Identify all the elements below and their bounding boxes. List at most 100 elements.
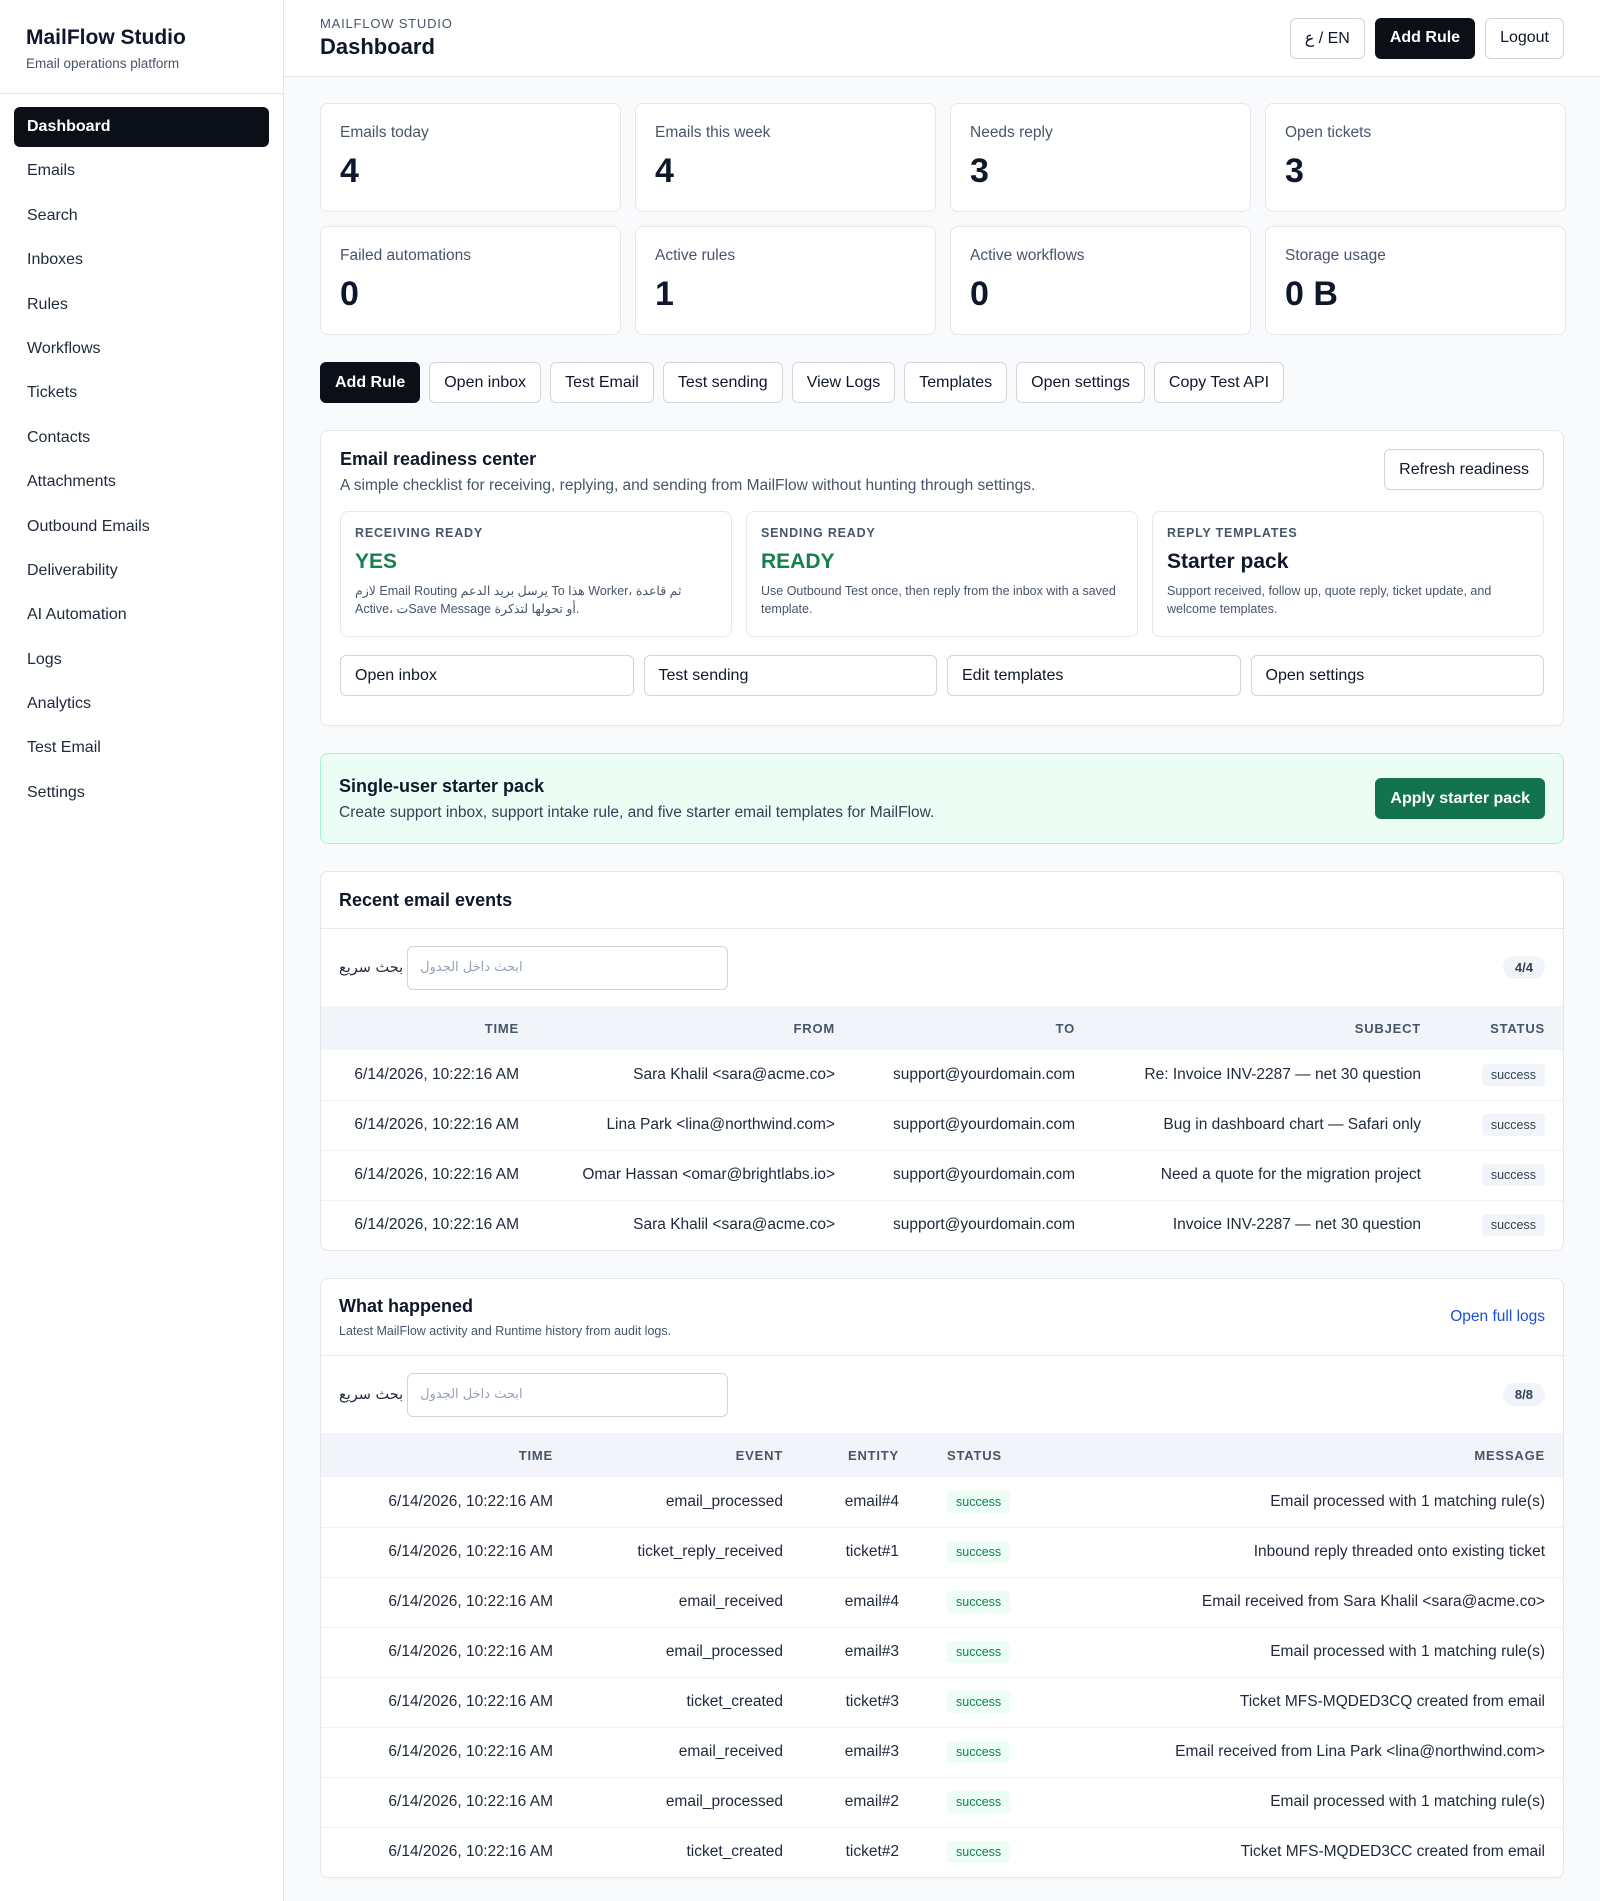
cell-status: success (1439, 1099, 1563, 1150)
cell-status: success (917, 1826, 1041, 1877)
stat-card-emails-this-week: Emails this week 4 (635, 103, 936, 212)
topbar: MAILFLOW STUDIO Dashboard ع / EN Add Rul… (284, 0, 1600, 77)
sidebar-item-settings[interactable]: Settings (14, 773, 269, 813)
logout-button[interactable]: Logout (1485, 17, 1564, 59)
cell-entity: email#4 (844, 1492, 899, 1510)
sidebar-item-analytics[interactable]: Analytics (14, 684, 269, 724)
column-header-status: STATUS (1439, 1006, 1563, 1050)
readiness-desc: لازم Email Routing يرسل بريد الدعم To هذ… (355, 584, 682, 616)
table-row: 6/14/2026, 10:22:16 AM ticket_created tick… (321, 1826, 1563, 1877)
cell-status: success (917, 1726, 1041, 1777)
table-row: 6/14/2026, 10:22:16 AM email_received emai… (321, 1576, 1563, 1627)
column-header-message: MESSAGE (1041, 1433, 1563, 1477)
recent-events-search-input[interactable] (407, 945, 729, 990)
readiness-open-inbox-button[interactable]: Open inbox (340, 655, 634, 696)
cell-event: email_received (571, 1726, 801, 1777)
sidebar-item-search[interactable]: Search (14, 196, 269, 236)
readiness-open-settings-button[interactable]: Open settings (1250, 655, 1544, 696)
sidebar-item-contacts[interactable]: Contacts (14, 418, 269, 458)
sidebar-item-rules[interactable]: Rules (14, 285, 269, 325)
cell-to: support@yourdomain.com (853, 1099, 1093, 1150)
refresh-readiness-button[interactable]: Refresh readiness (1384, 449, 1544, 490)
language-toggle-button[interactable]: ع / EN (1289, 17, 1365, 59)
stat-card-storage-usage: Storage usage 0 B (1265, 226, 1566, 335)
cell-message: Email processed with 1 matching rule(s) (1041, 1776, 1563, 1827)
stat-card-emails-today: Emails today 4 (320, 103, 621, 212)
table-row: 6/14/2026, 10:22:16 AM Lina Park <lina@no… (321, 1099, 1563, 1150)
quick-action-test-sending-button[interactable]: Test sending (662, 362, 783, 403)
readiness-edit-templates-button[interactable]: Edit templates (947, 655, 1241, 696)
stat-value: 0 (340, 275, 359, 313)
sidebar-item-inboxes[interactable]: Inboxes (14, 240, 269, 280)
cell-to: support@yourdomain.com (892, 1065, 1075, 1083)
cell-status: success (917, 1626, 1041, 1677)
table-row: 6/14/2026, 10:22:16 AM Sara Khalil <sara@… (321, 1050, 1563, 1100)
status-badge: success (947, 1691, 1011, 1713)
readiness-label: SENDING READY (761, 526, 876, 540)
table-row: 6/14/2026, 10:22:16 AM Sara Khalil <sara@… (321, 1199, 1563, 1250)
readiness-description: A simple checklist for receiving, replyi… (340, 477, 1036, 494)
cell-event: ticket_created (571, 1676, 801, 1727)
quick-action-open-settings-button[interactable]: Open settings (1016, 362, 1145, 403)
sidebar-nav: Dashboard Emails Search Inboxes Rules Workflo… (0, 94, 283, 830)
sidebar-item-attachments[interactable]: Attachments (14, 462, 269, 502)
cell-time: 6/14/2026, 10:22:16 AM (321, 1149, 537, 1200)
sidebar-item-tickets[interactable]: Tickets (14, 373, 269, 413)
status-badge: success (947, 1541, 1011, 1563)
sidebar-item-emails[interactable]: Emails (14, 151, 269, 191)
readiness-title: Email readiness center (340, 449, 537, 469)
cell-event: email_processed (665, 1492, 783, 1510)
add-rule-button[interactable]: Add Rule (1374, 17, 1476, 59)
quick-action-templates-button[interactable]: Templates (904, 362, 1008, 403)
stat-card-active-workflows: Active workflows 0 (950, 226, 1251, 335)
cell-subject: Bug in dashboard chart — Safari only (1093, 1099, 1439, 1150)
quick-action-copy-test-api-button[interactable]: Copy Test API (1153, 362, 1285, 403)
sidebar: MailFlow Studio Email operations platfor… (0, 0, 284, 1901)
quick-action-open-inbox-button[interactable]: Open inbox (429, 362, 542, 403)
cell-from: Omar Hassan <omar@brightlabs.io> (537, 1149, 853, 1200)
table-row: 6/14/2026, 10:22:16 AM ticket_reply_recei… (321, 1526, 1563, 1577)
cell-time: 6/14/2026, 10:22:16 AM (321, 1526, 571, 1577)
cell-entity: ticket#1 (801, 1526, 917, 1577)
stat-value: 0 B (1285, 275, 1338, 313)
cell-message: Ticket MFS-MQDED3CQ created from email (1041, 1676, 1563, 1727)
starter-pack-banner: Single-user starter pack Create support … (320, 753, 1564, 844)
quick-actions: Add Rule Open inbox Test Email Test sending… (320, 362, 1564, 403)
cell-time: 6/14/2026, 10:22:16 AM (321, 1776, 571, 1827)
sidebar-item-outbound-emails[interactable]: Outbound Emails (14, 507, 269, 547)
stat-card-open-tickets: Open tickets 3 (1265, 103, 1566, 212)
what-happened-search-input[interactable] (407, 1372, 729, 1417)
readiness-value: READY (761, 550, 835, 573)
brand-subtitle: Email operations platform (26, 56, 180, 71)
table-row: 6/14/2026, 10:22:16 AM Omar Hassan <omar@… (321, 1149, 1563, 1200)
quick-action-add-rule-button[interactable]: Add Rule (320, 362, 421, 403)
what-happened-table: TIME EVENT ENTITY STATUS MESSAGE 6/14/2026, … (321, 1433, 1563, 1877)
quick-action-test-email-button[interactable]: Test Email (550, 362, 654, 403)
quick-action-view-logs-button[interactable]: View Logs (791, 362, 896, 403)
cell-entity: email#4 (801, 1576, 917, 1627)
readiness-center: Email readiness center A simple checklis… (320, 430, 1564, 726)
open-full-logs-link[interactable]: Open full logs (1450, 1308, 1545, 1326)
sidebar-item-deliverability[interactable]: Deliverability (14, 551, 269, 591)
cell-subject: Re: Invoice INV-2287 — net 30 question (1144, 1065, 1421, 1083)
recent-events-title: Recent email events (339, 889, 513, 910)
status-badge: success (1481, 1164, 1545, 1186)
sidebar-item-ai-automation[interactable]: AI Automation (14, 595, 269, 635)
cell-entity: email#2 (801, 1776, 917, 1827)
status-badge: success (947, 1841, 1011, 1864)
sidebar-item-logs[interactable]: Logs (14, 640, 269, 680)
sidebar-item-workflows[interactable]: Workflows (14, 329, 269, 369)
readiness-test-sending-button[interactable]: Test sending (643, 655, 937, 696)
cell-time: 6/14/2026, 10:22:16 AM (388, 1492, 553, 1510)
status-badge: success (947, 1791, 1011, 1813)
apply-starter-pack-button[interactable]: Apply starter pack (1375, 778, 1545, 819)
cell-message: Ticket MFS-MQDED3CC created from email (1041, 1826, 1563, 1877)
status-badge: success (947, 1741, 1011, 1763)
readiness-box-reply-templates: REPLY TEMPLATES Starter pack Support recei… (1152, 511, 1544, 637)
sidebar-item-dashboard[interactable]: Dashboard (14, 107, 269, 147)
cell-time: 6/14/2026, 10:22:16 AM (321, 1576, 571, 1627)
sidebar-item-test-email[interactable]: Test Email (14, 728, 269, 768)
cell-time: 6/14/2026, 10:22:16 AM (321, 1199, 537, 1250)
cell-entity: email#3 (801, 1726, 917, 1777)
stat-value: 3 (970, 152, 989, 190)
